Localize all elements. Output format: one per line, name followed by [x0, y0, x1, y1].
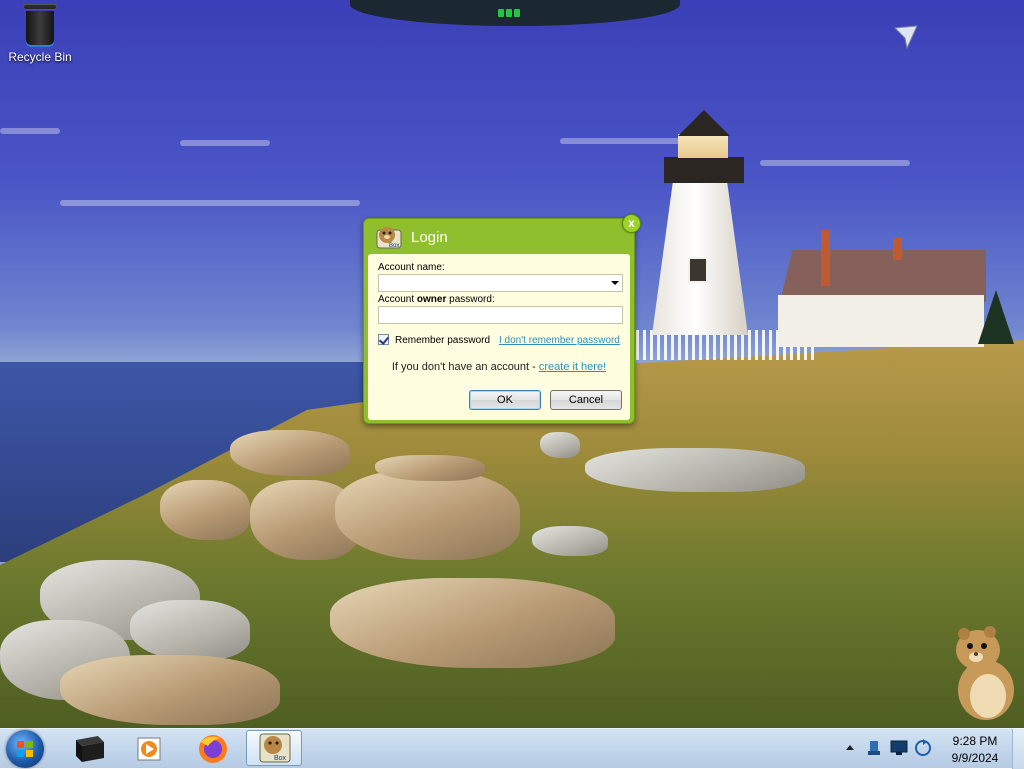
cloud: [180, 140, 270, 146]
clock[interactable]: 9:28 PM 9/9/2024: [942, 733, 1008, 767]
send-arrow-icon: [893, 25, 918, 50]
forgot-password-link[interactable]: I don't remember password: [499, 335, 620, 346]
taskbar-item-black-box[interactable]: [62, 730, 118, 766]
create-account-link[interactable]: create it here!: [539, 361, 606, 373]
remember-password-label[interactable]: Remember password: [395, 335, 490, 346]
system-tray: 9:28 PM 9/9/2024: [842, 729, 1024, 769]
lighthouse-gallery: [664, 157, 744, 183]
cloud: [60, 200, 360, 206]
rock: [532, 526, 608, 556]
cancel-button[interactable]: Cancel: [550, 390, 622, 410]
clock-time: 9:28 PM: [952, 734, 998, 748]
ok-button[interactable]: OK: [469, 390, 541, 410]
login-form-panel: Account name: Account owner password: Re…: [368, 254, 630, 420]
account-name-label: Account name:: [378, 262, 445, 273]
remember-password-checkbox[interactable]: [378, 334, 390, 345]
checkmark-icon: [378, 334, 390, 345]
black-box-icon: [76, 736, 104, 762]
show-hidden-icons-chevron[interactable]: [846, 745, 854, 750]
media-player-icon: [137, 737, 161, 761]
close-button[interactable]: x: [622, 214, 641, 233]
rock: [130, 600, 250, 660]
lighthouse-window: [688, 257, 708, 283]
rock: [230, 430, 350, 476]
taskbar-item-media-player[interactable]: [122, 730, 178, 766]
display-icon[interactable]: [890, 740, 908, 756]
taskbar: Box 9:28 PM 9/9/2024: [0, 728, 1024, 769]
desktop-icon-label: Recycle Bin: [8, 50, 72, 64]
rock: [160, 480, 250, 540]
chimney: [821, 230, 830, 286]
rock: [330, 578, 615, 668]
recycle-bin-icon: [23, 4, 57, 46]
desktop-icon-recycle-bin[interactable]: Recycle Bin: [4, 4, 76, 64]
rock: [540, 432, 580, 458]
taskbar-item-firefox[interactable]: [184, 730, 240, 766]
password-label-suffix: password:: [446, 294, 495, 305]
signup-prompt: If you don't have an account - create it…: [368, 361, 630, 373]
dialog-title: Login: [411, 229, 448, 246]
rock: [60, 655, 280, 725]
windows-logo-icon: [17, 741, 33, 757]
sync-icon[interactable]: [914, 739, 932, 757]
password-label: Account owner password:: [378, 294, 495, 305]
firefox-icon: [199, 735, 227, 763]
signup-text: If you don't have an account -: [391, 361, 539, 373]
cloud: [560, 138, 680, 144]
lighthouse-roof: [678, 110, 730, 136]
hamster-mascot-icon[interactable]: [950, 622, 1016, 722]
start-button[interactable]: [6, 730, 44, 768]
login-dialog: Box Login x Account name: Account owner …: [363, 214, 641, 424]
svg-text:Box: Box: [389, 243, 399, 249]
account-name-combobox[interactable]: [378, 274, 623, 292]
password-field[interactable]: [378, 306, 623, 324]
dialog-titlebar[interactable]: Box Login: [364, 219, 634, 253]
svg-text:Box: Box: [274, 755, 287, 762]
hamster-app-icon: Box: [376, 227, 402, 249]
status-led-icon: [498, 8, 522, 17]
chimney: [893, 238, 902, 260]
lighthouse-lamp: [678, 134, 728, 158]
chevron-down-icon[interactable]: [611, 281, 619, 285]
password-label-owner: owner: [416, 294, 447, 305]
cloud: [0, 128, 60, 134]
rock: [335, 470, 520, 560]
network-device-icon[interactable]: [866, 739, 884, 757]
rock: [375, 455, 485, 481]
cloud: [760, 160, 910, 166]
rock: [585, 448, 805, 492]
taskbar-item-box-app[interactable]: Box: [246, 730, 302, 766]
show-desktop-button[interactable]: [1012, 729, 1024, 769]
keepers-house: [778, 295, 984, 347]
box-app-icon: Box: [259, 733, 291, 763]
clock-date: 9/9/2024: [951, 751, 999, 765]
password-label-prefix: Account: [378, 294, 417, 305]
